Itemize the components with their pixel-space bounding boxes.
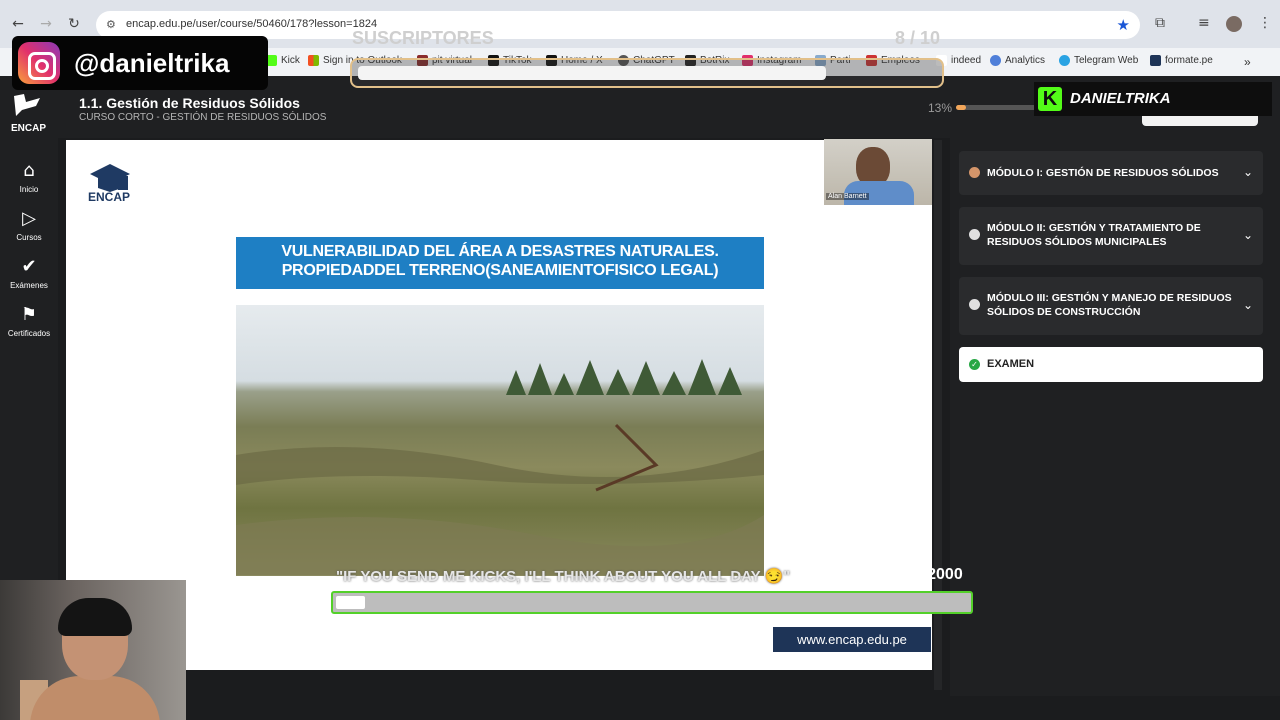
exam-label: EXAMEN [987,358,1035,370]
sidebar-label: Inicio [19,185,39,194]
bookmark-formate[interactable]: formate.pe [1150,55,1213,66]
lesson-subtitle: CURSO CORTO - GESTIÓN DE RESIDUOS SÓLIDO… [79,112,327,123]
progress-percent: 13% [928,101,953,115]
chevron-down-icon[interactable]: ⌄ [1243,165,1253,179]
bookmark-label: formate.pe [1165,55,1213,66]
bookmark-telegram[interactable]: Telegram Web [1059,55,1138,66]
kick-overlay: K DANIELTRIKA [1034,82,1272,116]
streamer-hair [58,598,132,636]
analytics-icon [990,55,1001,66]
sidebar-label: Certificados [7,329,51,338]
module-status-icon [969,167,980,178]
sidebar-label: Exámenes [10,281,48,290]
bookmark-star-icon[interactable]: ★ [1117,16,1130,34]
module-status-icon [969,229,980,240]
microsoft-icon [308,55,319,66]
module-item-2[interactable]: MÓDULO II: GESTIÓN Y TRATAMIENTO DE RESI… [959,207,1263,265]
subs-goal-title: SUSCRIPTORES [352,28,494,48]
progress-track [956,105,1036,110]
lesson-title: 1.1. Gestión de Residuos Sólidos [79,95,300,111]
module-label: MÓDULO I: GESTIÓN DE RESIDUOS SÓLIDOS [987,167,1219,179]
streamer-body [30,676,160,720]
presenter-webcam: Alan Barnett [824,139,932,205]
subs-goal-bar [350,58,944,88]
sidebar-item-examenes[interactable]: ✔ Exámenes [0,256,58,290]
address-bar[interactable]: ⚙ encap.edu.pe/user/course/50460/178?les… [96,11,1140,39]
subs-goal-count: 8 / 10 [895,28,941,48]
bookmark-kick[interactable]: Kick [266,55,300,66]
kicks-goal-text: "IF YOU SEND ME KICKS, I'LL THINK ABOUT … [336,568,791,585]
app-logo-text[interactable]: ENCAP [11,123,46,134]
terrain-photo [236,305,764,576]
kick-username: DANIELTRIKA [1070,90,1171,107]
more-bookmarks-icon[interactable]: » [1244,55,1251,69]
url-text[interactable]: encap.edu.pe/user/course/50460/178?lesso… [126,18,377,30]
chevron-down-icon[interactable]: ⌄ [1243,228,1253,242]
profile-avatar[interactable] [1226,16,1242,32]
back-icon[interactable]: ← [10,16,26,32]
play-icon: ▷ [22,208,36,229]
banner-line-1: VULNERABILIDAD DEL ÁREA A DESASTRES NATU… [281,243,719,260]
telegram-icon [1059,55,1070,66]
terrain-texture [236,423,764,575]
formate-icon [1150,55,1161,66]
instagram-overlay: @danieltrika [12,36,268,90]
bookmark-analytics[interactable]: Analytics [990,55,1045,66]
slide-logo-text: ENCAP [88,190,131,204]
home-icon: ⌂ [23,160,35,181]
reload-icon[interactable]: ↻ [66,16,82,32]
bookmark-icon: ⚑ [20,304,38,325]
media-icon[interactable]: ≡ [1198,15,1210,31]
module-label: MÓDULO III: GESTIÓN Y MANEJO DE RESIDUOS… [987,292,1232,318]
kicks-goal-fill [336,596,365,609]
streamer-webcam [0,580,186,720]
encap-logo-icon[interactable] [12,92,42,118]
trees-illustration [506,359,742,395]
bookmark-label: indeed [951,55,982,66]
module-status-icon [969,299,980,310]
sidebar-label: Cursos [16,233,42,242]
subs-goal-fill [358,66,826,80]
bookmark-label: Analytics [1005,55,1046,66]
kick-logo-icon: K [1038,87,1062,111]
presenter-name: Alan Barnett [826,193,869,200]
chevron-down-icon[interactable]: ⌄ [1243,298,1253,312]
bottom-bar [0,696,1280,720]
kicks-goal-count: 91 / 2000 [896,566,963,583]
site-info-icon[interactable]: ⚙ [106,18,116,31]
instagram-handle: @danieltrika [74,48,230,78]
sidebar-item-certificados[interactable]: ⚑ Certificados [0,304,58,338]
banner-line-2: PROPIEDADDEL TERRENO(SANEAMIENTOFISICO L… [281,262,719,279]
sidebar-item-cursos[interactable]: ▷ Cursos [0,208,58,242]
instagram-logo-icon [18,42,60,84]
forward-icon[interactable]: → [38,16,54,32]
menu-icon[interactable]: ⋮ [1258,15,1272,31]
check-icon: ✔ [21,256,37,277]
check-circle-icon: ✓ [969,359,980,370]
module-item-1[interactable]: MÓDULO I: GESTIÓN DE RESIDUOS SÓLIDOS ⌄ [959,151,1263,195]
bookmark-label: Kick [281,55,300,66]
extensions-icon[interactable]: ⧉ [1155,15,1165,31]
slide-footer-url: www.encap.edu.pe [773,627,931,652]
kicks-goal-bar [331,591,973,614]
module-item-3[interactable]: MÓDULO III: GESTIÓN Y MANEJO DE RESIDUOS… [959,277,1263,335]
slide-banner: VULNERABILIDAD DEL ÁREA A DESASTRES NATU… [236,237,764,289]
module-label: MÓDULO II: GESTIÓN Y TRATAMIENTO DE RESI… [987,222,1201,248]
header-search-field[interactable] [1142,116,1258,126]
exam-item[interactable]: ✓ EXAMEN [959,347,1263,382]
sidebar-item-inicio[interactable]: ⌂ Inicio [0,160,58,194]
progress-fill [956,105,967,110]
bookmark-label: Telegram Web [1074,55,1139,66]
